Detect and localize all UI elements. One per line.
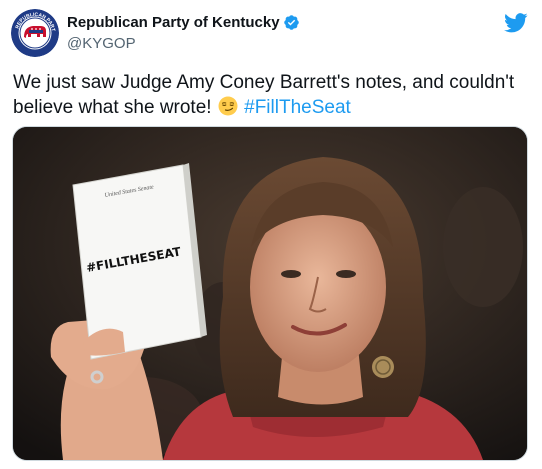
- smirking-face-emoji: [218, 96, 238, 116]
- display-name-row: Republican Party of Kentucky: [67, 13, 300, 32]
- photo-judge-holding-notebook: United States Senate #FILLTHESEAT: [13, 127, 527, 460]
- notebook: United States Senate #FILLTHESEAT: [72, 163, 207, 360]
- display-name[interactable]: Republican Party of Kentucky: [67, 13, 280, 32]
- tweet-media-image[interactable]: United States Senate #FILLTHESEAT: [12, 126, 528, 461]
- author-handle[interactable]: @KYGOP: [67, 34, 300, 53]
- hashtag-link[interactable]: #FillTheSeat: [244, 97, 351, 118]
- tweet-text-line2: believe what she wrote!: [13, 97, 212, 118]
- tweet-text-line1: We just saw Judge Amy Coney Barrett's no…: [13, 72, 515, 93]
- tweet-text: We just saw Judge Amy Coney Barrett's no…: [13, 70, 533, 120]
- avatar[interactable]: REPUBLICAN PARTY OF KENTUCKY: [11, 9, 59, 57]
- verified-badge-icon: [283, 15, 299, 30]
- kentucky-gop-seal-icon: REPUBLICAN PARTY OF KENTUCKY: [11, 9, 59, 57]
- twitter-bird-icon[interactable]: [504, 13, 528, 33]
- author-block: Republican Party of Kentucky @KYGOP: [67, 13, 300, 53]
- tweet-card: REPUBLICAN PARTY OF KENTUCKY Republican …: [0, 0, 542, 469]
